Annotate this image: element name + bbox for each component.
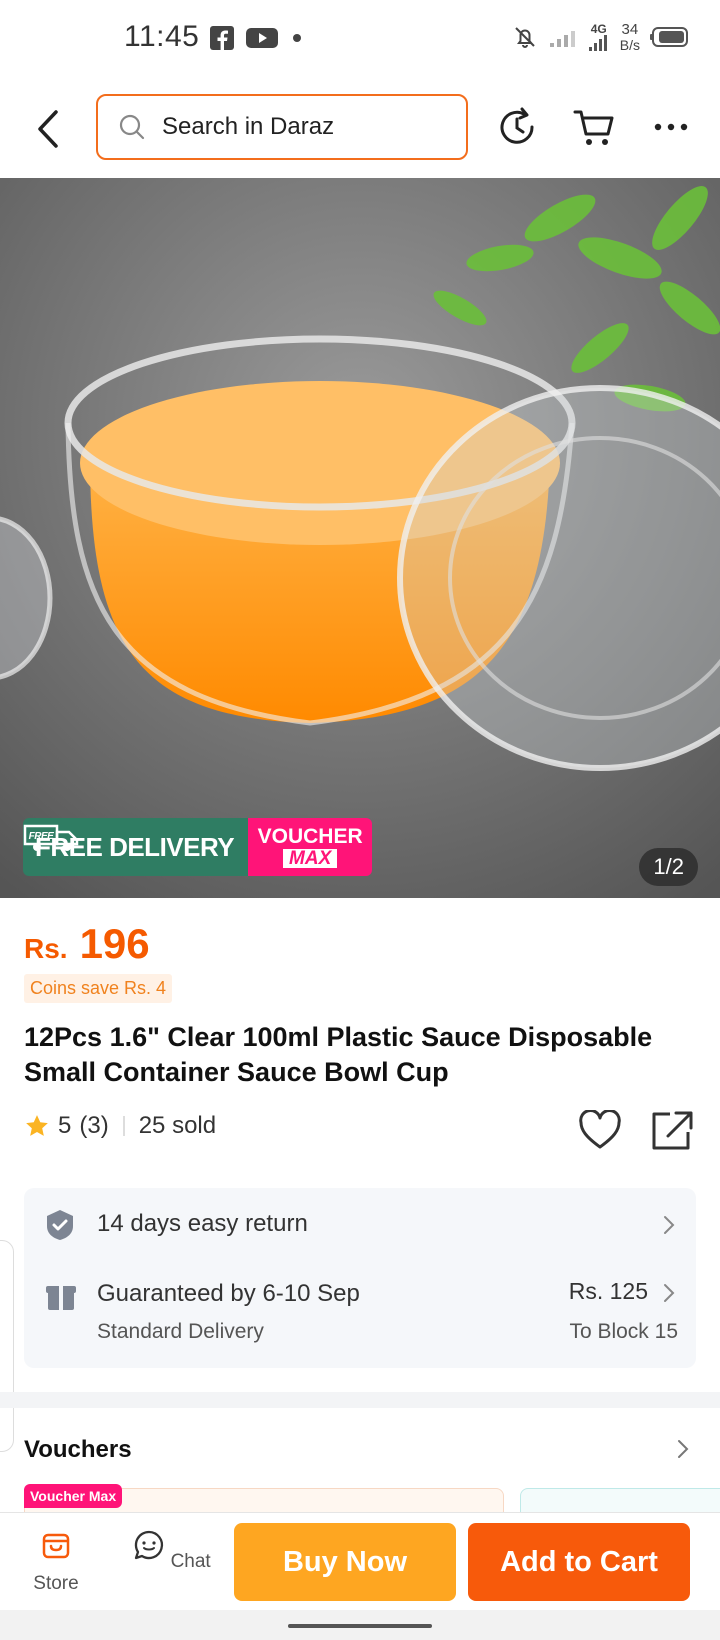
free-small-label: FREE [29,831,55,842]
voucher-max-line2: MAX [283,849,338,868]
notification-icons [210,26,304,50]
voucher-max-badge: VOUCHER MAX [248,818,373,876]
price-value: 196 [79,920,150,967]
rating-value: 5 [58,1112,72,1139]
search-icon [119,114,145,140]
price: Rs. 196 [24,920,150,968]
package-icon [46,1286,76,1310]
sold-count: 25 sold [138,1112,217,1139]
home-gesture-handle[interactable] [288,1624,432,1628]
heart-icon[interactable] [578,1110,622,1150]
voucher-card[interactable] [520,1488,720,1512]
service-panel: 14 days easy return Guaranteed by 6-10 S… [24,1188,696,1368]
history-icon[interactable] [494,104,540,150]
status-bar: 11:45 4G 34 B/s [0,0,720,80]
delivery-fee: Rs. 125 [568,1278,648,1304]
rating-divider [122,1116,125,1136]
store-button[interactable]: Store [16,1525,96,1595]
rating-row[interactable]: 5 (3) 25 sold [24,1112,216,1140]
share-icon[interactable] [650,1110,694,1152]
signal-icon [588,35,607,52]
chat-button[interactable]: Chat [132,1525,212,1573]
battery-icon [650,27,688,48]
store-label: Store [33,1573,79,1594]
top-bar [0,80,720,178]
voucher-max-line1: VOUCHER [257,825,363,848]
search-box[interactable] [96,94,468,160]
facebook-icon [210,26,234,50]
delivery-location: To Block 15 [569,1320,678,1343]
truck-icon: FREE [23,824,79,851]
side-drawer-handle[interactable] [0,1240,14,1452]
add-to-cart-button[interactable]: Add to Cart [468,1523,690,1601]
rating-count: (3) [79,1112,109,1139]
star-icon [26,1115,48,1136]
promo-badge: FREE FREE DELIVERY VOUCHER MAX [23,818,373,876]
bottom-action-bar: Store Chat Buy Now Add to Cart [0,1512,720,1611]
coins-save-badge: Coins save Rs. 4 [24,974,173,1003]
delivery-guarantee-text: Guaranteed by 6-10 Sep [97,1280,360,1307]
mute-bell-icon [515,27,535,49]
product-photo [0,178,720,898]
section-divider [0,1392,720,1408]
chat-icon [135,1530,164,1560]
chat-label: Chat [170,1551,211,1572]
net-speed-value: 34 [621,21,639,38]
cart-icon[interactable] [572,104,618,150]
voucher-max-tag: Voucher Max [24,1484,123,1508]
delivery-type-text: Standard Delivery [97,1320,264,1343]
return-policy-row[interactable]: 14 days easy return [24,1188,696,1260]
voucher-carousel[interactable]: Voucher Max [24,1484,720,1512]
store-icon [42,1533,70,1559]
product-title: 12Pcs 1.6" Clear 100ml Plastic Sauce Dis… [24,1022,653,1087]
chevron-right-icon [664,1216,675,1234]
product-image-carousel[interactable]: FREE FREE DELIVERY VOUCHER MAX 1/2 [0,178,720,898]
free-delivery-badge: FREE FREE DELIVERY [23,818,249,876]
network-type: 4G [590,22,607,37]
back-arrow-icon[interactable] [28,106,68,152]
delivery-row[interactable]: Guaranteed by 6-10 Sep Standard Delivery… [24,1260,696,1368]
chevron-right-icon[interactable] [676,1438,690,1460]
search-input[interactable] [160,112,444,142]
chevron-right-icon [664,1284,675,1302]
net-speed-unit: B/s [619,36,640,53]
signal-weak-icon [549,31,575,48]
dot-icon [293,34,301,42]
return-policy-text: 14 days easy return [97,1210,308,1237]
status-time: 11:45 [124,20,200,53]
price-currency: Rs. [24,933,68,964]
image-counter: 1/2 [639,848,698,886]
more-options-icon[interactable] [648,104,694,150]
buy-now-button[interactable]: Buy Now [234,1523,456,1601]
shield-check-icon [47,1210,73,1240]
youtube-icon [246,28,278,48]
vouchers-title: Vouchers [24,1436,132,1463]
system-nav-bar [0,1610,720,1640]
system-icons: 4G 34 B/s [512,22,690,52]
